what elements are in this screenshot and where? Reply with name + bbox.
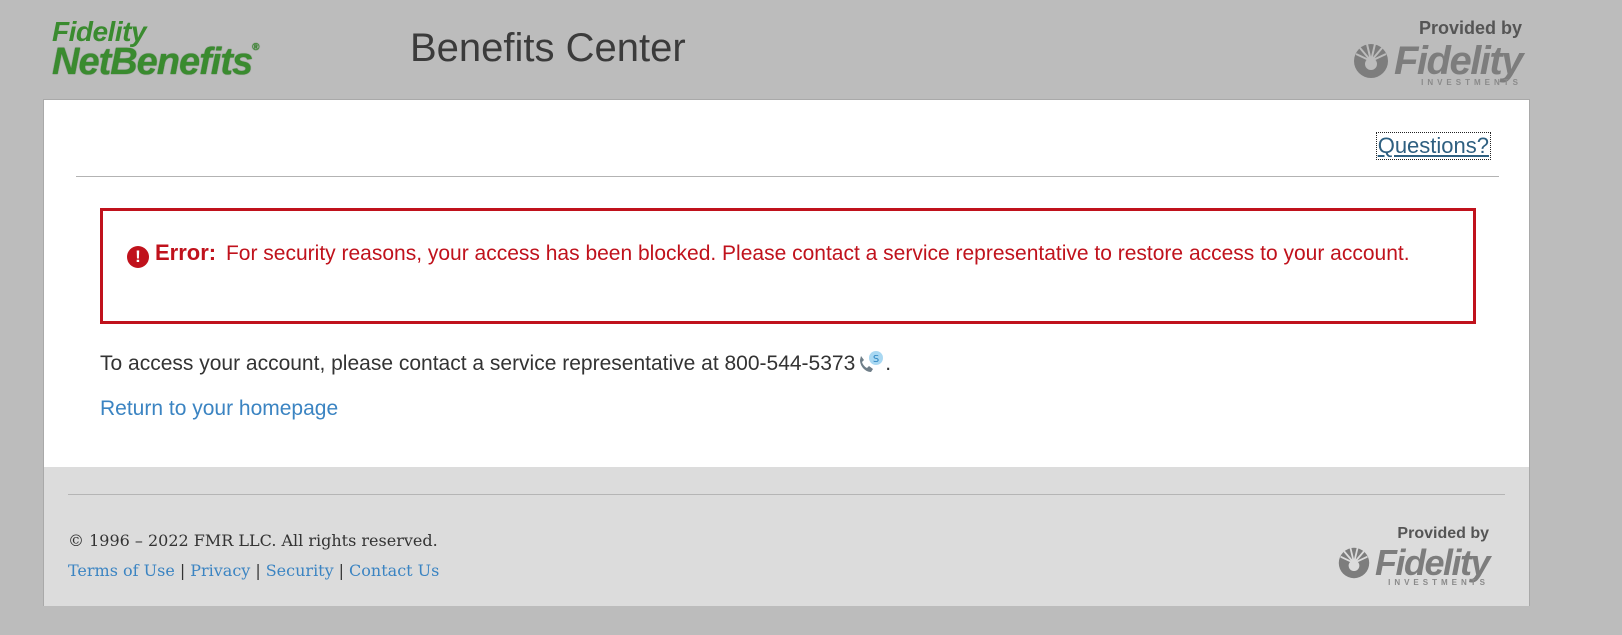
page-header: Fidelity NetBenefits® Benefits Center Pr… — [0, 0, 1622, 100]
link-separator: | — [255, 561, 261, 580]
error-label: Error: — [155, 240, 217, 265]
return-home-link[interactable]: Return to your homepage — [100, 397, 338, 421]
contact-instructions: To access your account, please contact a… — [100, 350, 891, 380]
error-text: For security reasons, your access has be… — [225, 242, 1410, 265]
footer-fidelity-brand: Fidelity — [1289, 542, 1491, 583]
logo-reg: ® — [252, 42, 259, 53]
footer-provided-by: Provided by Fidelity INVESTMENTS — [1289, 525, 1491, 587]
contact-us-link[interactable]: Contact Us — [349, 561, 439, 580]
provided-by-fidelity: Provided by Fidelity INVESTMENTS — [1322, 18, 1524, 87]
footer-fidelity-word: Fidelity — [1374, 542, 1491, 583]
footer-provided-label: Provided by — [1397, 525, 1489, 542]
main-card: Questions? ! Error: For security reasons,… — [43, 99, 1530, 606]
contact-text: To access your account, please contact a… — [100, 352, 856, 375]
provided-by-label: Provided by — [1418, 18, 1522, 38]
logo-line2-text: NetBenefits — [52, 41, 253, 83]
page-title: Benefits Center — [410, 26, 686, 70]
security-link[interactable]: Security — [266, 561, 334, 580]
privacy-link[interactable]: Privacy — [190, 561, 250, 580]
phone-icon[interactable]: S — [857, 350, 885, 380]
footer-links: Terms of Use | Privacy | Security | Contact Us — [68, 561, 439, 580]
link-separator: | — [338, 561, 345, 580]
terms-link[interactable]: Terms of Use — [68, 561, 175, 580]
netbenefits-logo[interactable]: Fidelity NetBenefits® — [52, 18, 260, 83]
contact-suffix: . — [885, 352, 892, 375]
logo-line2: NetBenefits® — [52, 41, 260, 83]
svg-text:S: S — [873, 354, 879, 365]
footer-divider — [68, 494, 1505, 495]
error-message-box: ! Error: For security reasons, your acces… — [100, 208, 1476, 324]
error-icon: ! — [127, 246, 149, 268]
questions-link[interactable]: Questions? — [1375, 132, 1491, 160]
fidelity-logo-icon — [1338, 547, 1370, 579]
footer: © 1996 – 2022 FMR LLC. All rights reserv… — [44, 467, 1529, 606]
fidelity-brand: Fidelity — [1322, 39, 1524, 83]
fidelity-logo-icon — [1353, 43, 1388, 78]
copyright: © 1996 – 2022 FMR LLC. All rights reserv… — [68, 531, 438, 550]
link-separator: | — [179, 561, 186, 580]
divider — [76, 176, 1499, 177]
footer-fidelity-sub: INVESTMENTS — [1388, 578, 1489, 587]
fidelity-word: Fidelity — [1393, 39, 1524, 83]
